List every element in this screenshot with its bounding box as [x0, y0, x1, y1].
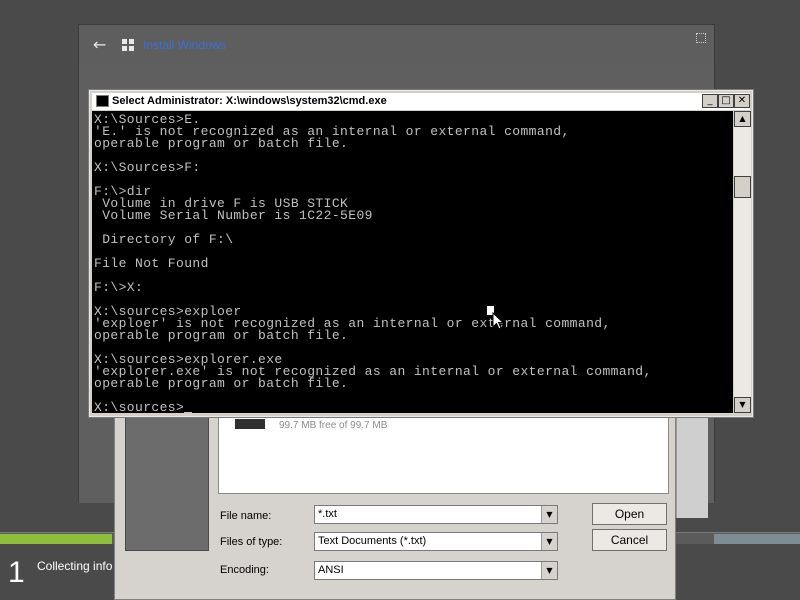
mouse-pointer-icon [492, 312, 504, 330]
cmd-line: File Not Found [94, 256, 209, 271]
encoding-value: ANSI [318, 564, 344, 576]
encoding-label: Encoding: [220, 564, 269, 576]
drive-icon[interactable] [235, 419, 265, 429]
scroll-up-icon[interactable]: ▲ [734, 111, 751, 127]
scroll-thumb[interactable] [734, 176, 751, 198]
progress-step-label: Collecting info [37, 559, 113, 573]
windows-logo-icon [122, 39, 134, 51]
cmd-icon [96, 95, 109, 107]
setup-titlebar: ← Install Windows [79, 25, 714, 65]
cmd-line: X:\Sources>F: [94, 160, 201, 175]
maximize-button[interactable]: □ [718, 94, 734, 108]
cmd-prompt-line[interactable]: X:\sources> [94, 400, 652, 413]
cmd-line: Volume Serial Number is 1C22-5E09 [94, 208, 373, 223]
file-name-label: File name: [220, 510, 272, 522]
maximize-icon[interactable] [696, 33, 706, 43]
vertical-scrollbar[interactable]: ▲ ▼ [734, 111, 751, 413]
cancel-button[interactable]: Cancel [592, 529, 667, 551]
text-cursor [184, 412, 193, 413]
cmd-console[interactable]: X:\Sources>E. 'E.' is not recognized as … [92, 111, 733, 413]
scroll-down-icon[interactable]: ▼ [734, 397, 751, 413]
setup-title: Install Windows [143, 38, 227, 52]
chevron-down-icon[interactable]: ▼ [541, 506, 557, 523]
progress-step-number: 1 [8, 556, 25, 589]
dialog-edge [676, 418, 708, 518]
file-name-field[interactable]: *.txt ▼ [314, 505, 558, 524]
files-of-type-select[interactable]: Text Documents (*.txt) ▼ [314, 532, 558, 551]
cmd-line: operable program or batch file. [94, 376, 349, 391]
cmd-prompt: X:\sources> [94, 400, 185, 413]
cmd-line [94, 270, 652, 282]
cmd-line: F:\>X: [94, 280, 144, 295]
cmd-line: operable program or batch file. [94, 328, 349, 343]
cmd-line: Directory of F:\ [94, 232, 234, 247]
drive-free-space: 99.7 MB free of 99.7 MB [279, 420, 388, 431]
setup-progress-remaining [714, 534, 800, 544]
minimize-button[interactable]: _ [702, 94, 718, 108]
file-name-value: *.txt [318, 508, 337, 520]
file-list[interactable]: 99.7 MB free of 99.7 MB [218, 406, 669, 494]
cmd-output: X:\Sources>E. 'E.' is not recognized as … [94, 113, 652, 413]
chevron-down-icon[interactable]: ▼ [541, 562, 557, 579]
cmd-window[interactable]: Select Administrator: X:\windows\system3… [88, 89, 754, 418]
back-arrow-icon[interactable]: ← [93, 37, 109, 53]
encoding-select[interactable]: ANSI ▼ [314, 561, 558, 580]
open-button[interactable]: Open [592, 503, 667, 525]
cmd-title: Select Administrator: X:\windows\system3… [112, 95, 387, 107]
cmd-line [94, 174, 652, 186]
chevron-down-icon[interactable]: ▼ [541, 533, 557, 550]
cmd-line: operable program or batch file. [94, 136, 349, 151]
cmd-titlebar[interactable]: Select Administrator: X:\windows\system3… [92, 93, 750, 110]
files-of-type-label: Files of type: [220, 536, 283, 548]
files-of-type-value: Text Documents (*.txt) [318, 535, 427, 547]
setup-progress-completed [0, 534, 112, 544]
close-button[interactable]: ✕ [734, 94, 750, 108]
